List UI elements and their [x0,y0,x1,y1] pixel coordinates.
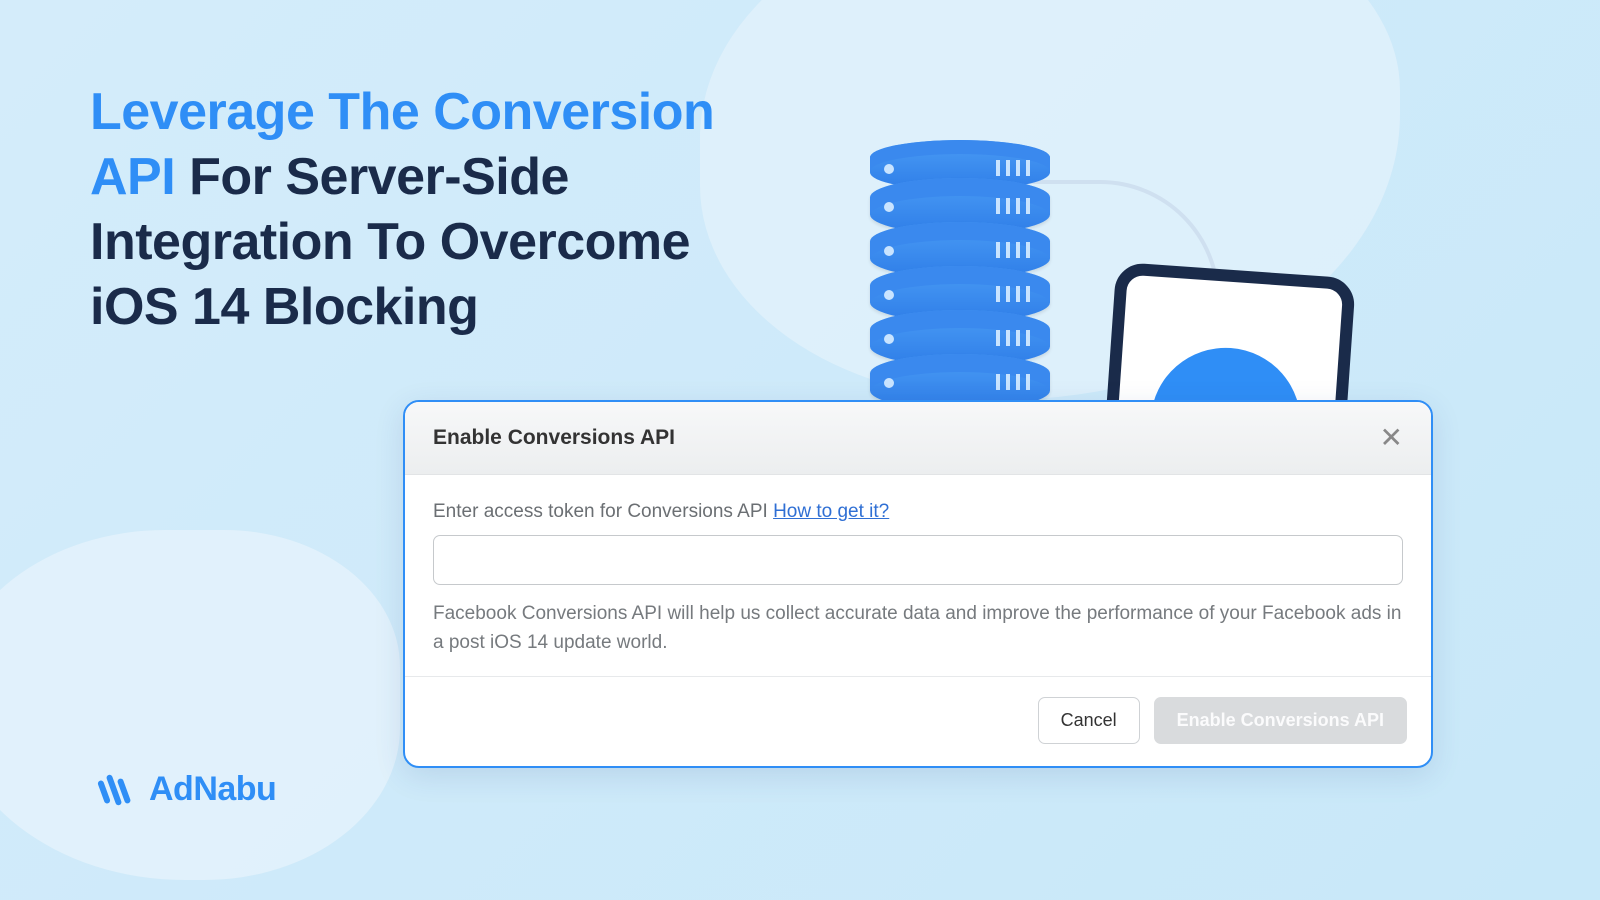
headline-rest: For Server-Side Integration To Overcome … [90,148,690,336]
dialog-title: Enable Conversions API [433,426,675,450]
access-token-label: Enter access token for Conversions API H… [433,501,1403,523]
page-headline: Leverage The Conversion API For Server-S… [90,80,730,340]
dialog-header: Enable Conversions API ✕ [405,402,1431,475]
dialog-body: Enter access token for Conversions API H… [405,475,1431,676]
enable-conversions-api-dialog: Enable Conversions API ✕ Enter access to… [403,400,1433,768]
brand-logo-text: AdNabu [149,770,276,809]
adnabu-logo-icon [95,768,137,810]
background-blob-bottom [0,530,400,880]
dialog-help-text: Facebook Conversions API will help us co… [433,599,1403,658]
how-to-get-it-link[interactable]: How to get it? [773,501,889,522]
brand-logo: AdNabu [95,768,276,810]
access-token-input[interactable] [433,535,1403,585]
server-stack-icon [870,140,1050,398]
enable-conversions-api-button[interactable]: Enable Conversions API [1154,697,1407,744]
server-tablet-illustration [820,140,1340,440]
access-token-label-text: Enter access token for Conversions API [433,501,773,522]
cancel-button[interactable]: Cancel [1038,697,1140,744]
close-icon[interactable]: ✕ [1380,424,1403,452]
dialog-footer: Cancel Enable Conversions API [405,676,1431,766]
